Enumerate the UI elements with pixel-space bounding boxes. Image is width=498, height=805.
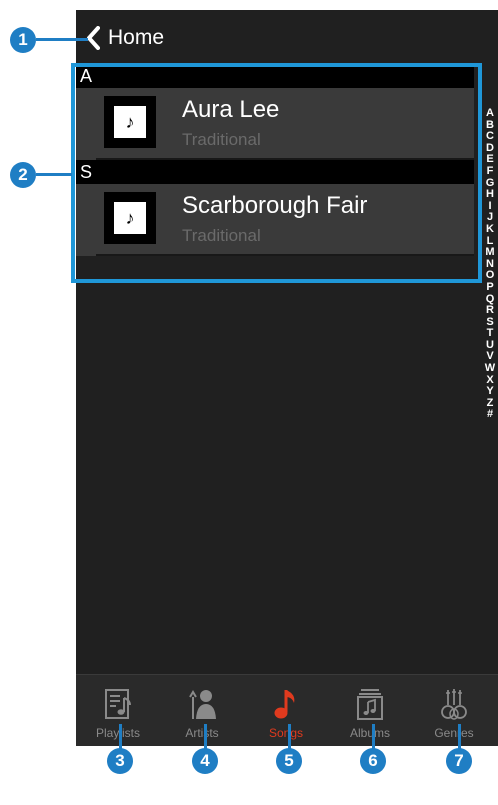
tab-playlists[interactable]: Playlists bbox=[76, 675, 160, 746]
index-letter[interactable]: W bbox=[483, 362, 497, 375]
back-button[interactable]: Home bbox=[86, 25, 164, 51]
index-letter[interactable]: # bbox=[483, 409, 497, 421]
album-art: ♪ bbox=[104, 96, 156, 148]
song-row-aura-lee[interactable]: ♪ Aura Lee Traditional bbox=[76, 88, 474, 160]
artists-icon bbox=[189, 690, 216, 719]
song-artist: Traditional bbox=[182, 130, 261, 149]
callout-leader-1 bbox=[36, 38, 88, 41]
tab-genres[interactable]: Genres bbox=[412, 675, 496, 746]
navigation-bar: Home bbox=[76, 10, 498, 64]
tab-label: Artists bbox=[185, 726, 219, 740]
index-letter[interactable]: R bbox=[483, 304, 497, 317]
index-letter[interactable]: P bbox=[483, 281, 497, 294]
music-note-icon: ♪ bbox=[114, 202, 146, 234]
index-letter[interactable]: K bbox=[483, 223, 497, 236]
tab-bar: Playlists Artists Songs Albums Genres bbox=[76, 674, 498, 746]
album-art: ♪ bbox=[104, 192, 156, 244]
callout-5: 5 bbox=[276, 748, 302, 774]
callout-4: 4 bbox=[192, 748, 218, 774]
albums-icon bbox=[357, 689, 383, 720]
callout-3: 3 bbox=[107, 748, 133, 774]
song-artist: Traditional bbox=[182, 226, 261, 245]
tab-label: Genres bbox=[434, 726, 474, 740]
music-app-screen: Home A ♪ Aura Lee Traditional S ♪ Scarbo… bbox=[76, 10, 498, 746]
song-title: Scarborough Fair bbox=[182, 192, 368, 219]
tab-label: Playlists bbox=[95, 726, 140, 740]
alphabet-index[interactable]: A B C D E F G H I J K L M N O P Q R S T U V W X Y Z # bbox=[483, 107, 497, 421]
index-letter[interactable]: M bbox=[483, 247, 497, 259]
tab-label: Songs bbox=[268, 726, 304, 740]
callout-leader-2 bbox=[36, 173, 72, 176]
tab-label: Albums bbox=[349, 726, 390, 740]
song-row-scarborough-fair[interactable]: ♪ Scarborough Fair Traditional bbox=[76, 184, 474, 256]
playlists-icon bbox=[105, 689, 131, 719]
index-letter[interactable]: H bbox=[483, 189, 497, 201]
callout-leader-4 bbox=[204, 724, 207, 750]
tab-songs[interactable]: Songs bbox=[244, 675, 328, 746]
callout-7: 7 bbox=[446, 748, 472, 774]
callout-leader-7 bbox=[458, 724, 461, 750]
section-header-s: S bbox=[76, 160, 474, 184]
callout-leader-3 bbox=[119, 724, 122, 750]
row-divider bbox=[96, 254, 474, 256]
section-header-a: A bbox=[76, 64, 474, 88]
callout-1: 1 bbox=[10, 27, 36, 53]
back-button-label: Home bbox=[108, 26, 165, 49]
index-letter[interactable]: A bbox=[483, 107, 497, 120]
music-note-icon: ♪ bbox=[114, 106, 146, 138]
callout-2: 2 bbox=[10, 162, 36, 188]
chevron-left-icon bbox=[87, 26, 100, 50]
tab-albums[interactable]: Albums bbox=[328, 675, 412, 746]
index-letter[interactable]: F bbox=[483, 165, 497, 178]
callout-leader-6 bbox=[372, 724, 375, 750]
callout-6: 6 bbox=[360, 748, 386, 774]
callout-leader-5 bbox=[288, 724, 291, 750]
tab-artists[interactable]: Artists bbox=[160, 675, 244, 746]
genres-icon bbox=[441, 689, 467, 720]
songs-icon bbox=[274, 690, 295, 719]
song-title: Aura Lee bbox=[182, 96, 280, 123]
